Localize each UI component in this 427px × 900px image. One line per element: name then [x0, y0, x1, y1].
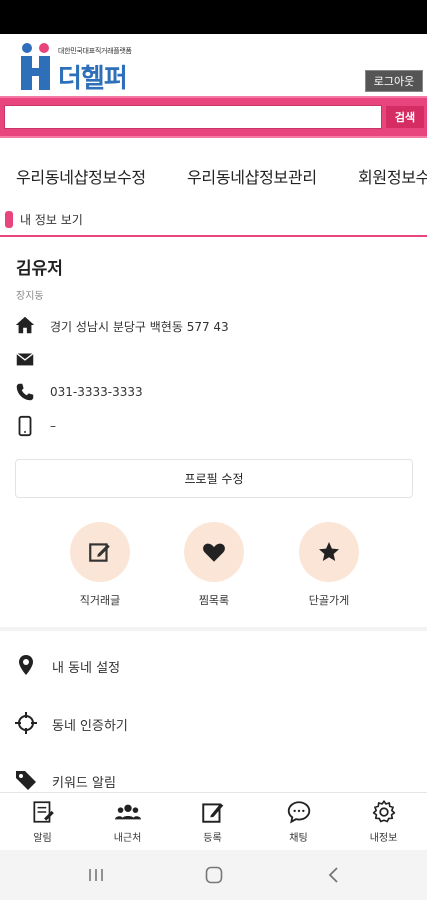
address-row: 경기 성남시 분당구 백현동 577 43 [14, 314, 414, 338]
logo-mark-icon [21, 43, 50, 90]
search-button[interactable]: 검색 [386, 106, 424, 128]
quick-wishlist-circle [184, 522, 244, 582]
divider [0, 627, 427, 631]
menu-tabs: 우리동네샵정보수정 우리동네샵정보관리 회원정보수정 [0, 150, 427, 200]
search-bar: 검색 [0, 96, 427, 138]
edit-icon [202, 803, 224, 823]
edit-profile-button[interactable]: 프로필 수정 [15, 459, 413, 498]
nav-nearby[interactable]: 내근처 [85, 793, 170, 851]
nav-my-info-label: 내정보 [369, 833, 398, 844]
nav-notice[interactable]: 알림 [0, 793, 85, 851]
heart-icon [203, 543, 225, 562]
tag-icon [16, 771, 36, 790]
back-icon[interactable] [322, 864, 346, 886]
logout-button[interactable]: 로그아웃 [365, 70, 423, 92]
mobile-phone-icon [18, 415, 32, 437]
home-icon [15, 316, 35, 334]
settings-neighborhood[interactable]: 내 동네 설정 [14, 651, 414, 681]
profile-name: 김유저 [16, 259, 63, 279]
nav-register-label: 등록 [203, 833, 222, 844]
write-icon [89, 543, 110, 562]
header: 대한민국대표직거래플랫폼 더헬퍼 로그아웃 [0, 34, 427, 96]
search-input[interactable] [4, 105, 382, 129]
envelope-icon [16, 352, 34, 366]
nav-my-info[interactable]: 내정보 [341, 793, 426, 851]
quick-wishlist[interactable]: 찜목록 [169, 522, 259, 612]
settings-keyword-label: 키워드 알림 [52, 776, 116, 791]
quick-wishlist-label: 찜목록 [198, 594, 230, 607]
tab-shop-info-edit[interactable]: 우리동네샵정보수정 [16, 164, 146, 188]
home-button-icon[interactable] [202, 864, 226, 886]
section-marker [5, 211, 13, 228]
tab-member-info-edit[interactable]: 회원정보수정 [358, 164, 427, 188]
logo[interactable]: 대한민국대표직거래플랫폼 더헬퍼 [18, 40, 178, 94]
mobile-row: – [14, 415, 414, 439]
chat-icon [287, 801, 311, 824]
section-header: 내 정보 보기 [0, 205, 427, 237]
people-icon [115, 804, 141, 820]
phone-text[interactable]: 031-3333-3333 [50, 385, 143, 399]
nav-nearby-label: 내근처 [113, 833, 142, 844]
address-text: 경기 성남시 분당구 백현동 577 43 [50, 320, 229, 334]
bottom-nav: 알림 내근처 등록 채팅 내정보 [0, 792, 427, 850]
nav-notice-label: 알림 [33, 833, 52, 844]
recent-apps-icon[interactable] [84, 864, 108, 886]
phone-icon [16, 383, 34, 401]
notice-icon [33, 801, 54, 823]
gear-icon [372, 800, 396, 823]
logo-name: 더헬퍼 [58, 64, 128, 94]
nav-chat-label: 채팅 [289, 833, 308, 844]
map-pin-icon [19, 655, 33, 675]
settings-verify[interactable]: 동네 인증하기 [14, 709, 414, 739]
quick-my-posts[interactable]: 직거래글 [55, 522, 145, 612]
tab-shop-info-manage[interactable]: 우리동네샵정보관리 [187, 164, 317, 188]
system-nav-bar [0, 850, 427, 900]
section-title: 내 정보 보기 [20, 213, 83, 227]
quick-favorite-shops-label: 단골가게 [308, 594, 350, 607]
email-row [14, 348, 414, 372]
star-icon [319, 542, 339, 561]
settings-neighborhood-label: 내 동네 설정 [52, 661, 121, 676]
profile-area: 장지동 [16, 291, 44, 302]
mobile-text: – [50, 419, 56, 433]
status-bar [0, 0, 427, 34]
phone-row: 031-3333-3333 [14, 381, 414, 405]
quick-my-posts-label: 직거래글 [79, 594, 121, 607]
logo-tagline: 대한민국대표직거래플랫폼 [58, 47, 132, 55]
quick-favorite-shops-circle [299, 522, 359, 582]
nav-chat[interactable]: 채팅 [256, 793, 341, 851]
quick-favorite-shops[interactable]: 단골가게 [284, 522, 374, 612]
crosshair-icon [15, 712, 37, 734]
settings-verify-label: 동네 인증하기 [52, 719, 128, 734]
quick-my-posts-circle [70, 522, 130, 582]
nav-register[interactable]: 등록 [170, 793, 255, 851]
